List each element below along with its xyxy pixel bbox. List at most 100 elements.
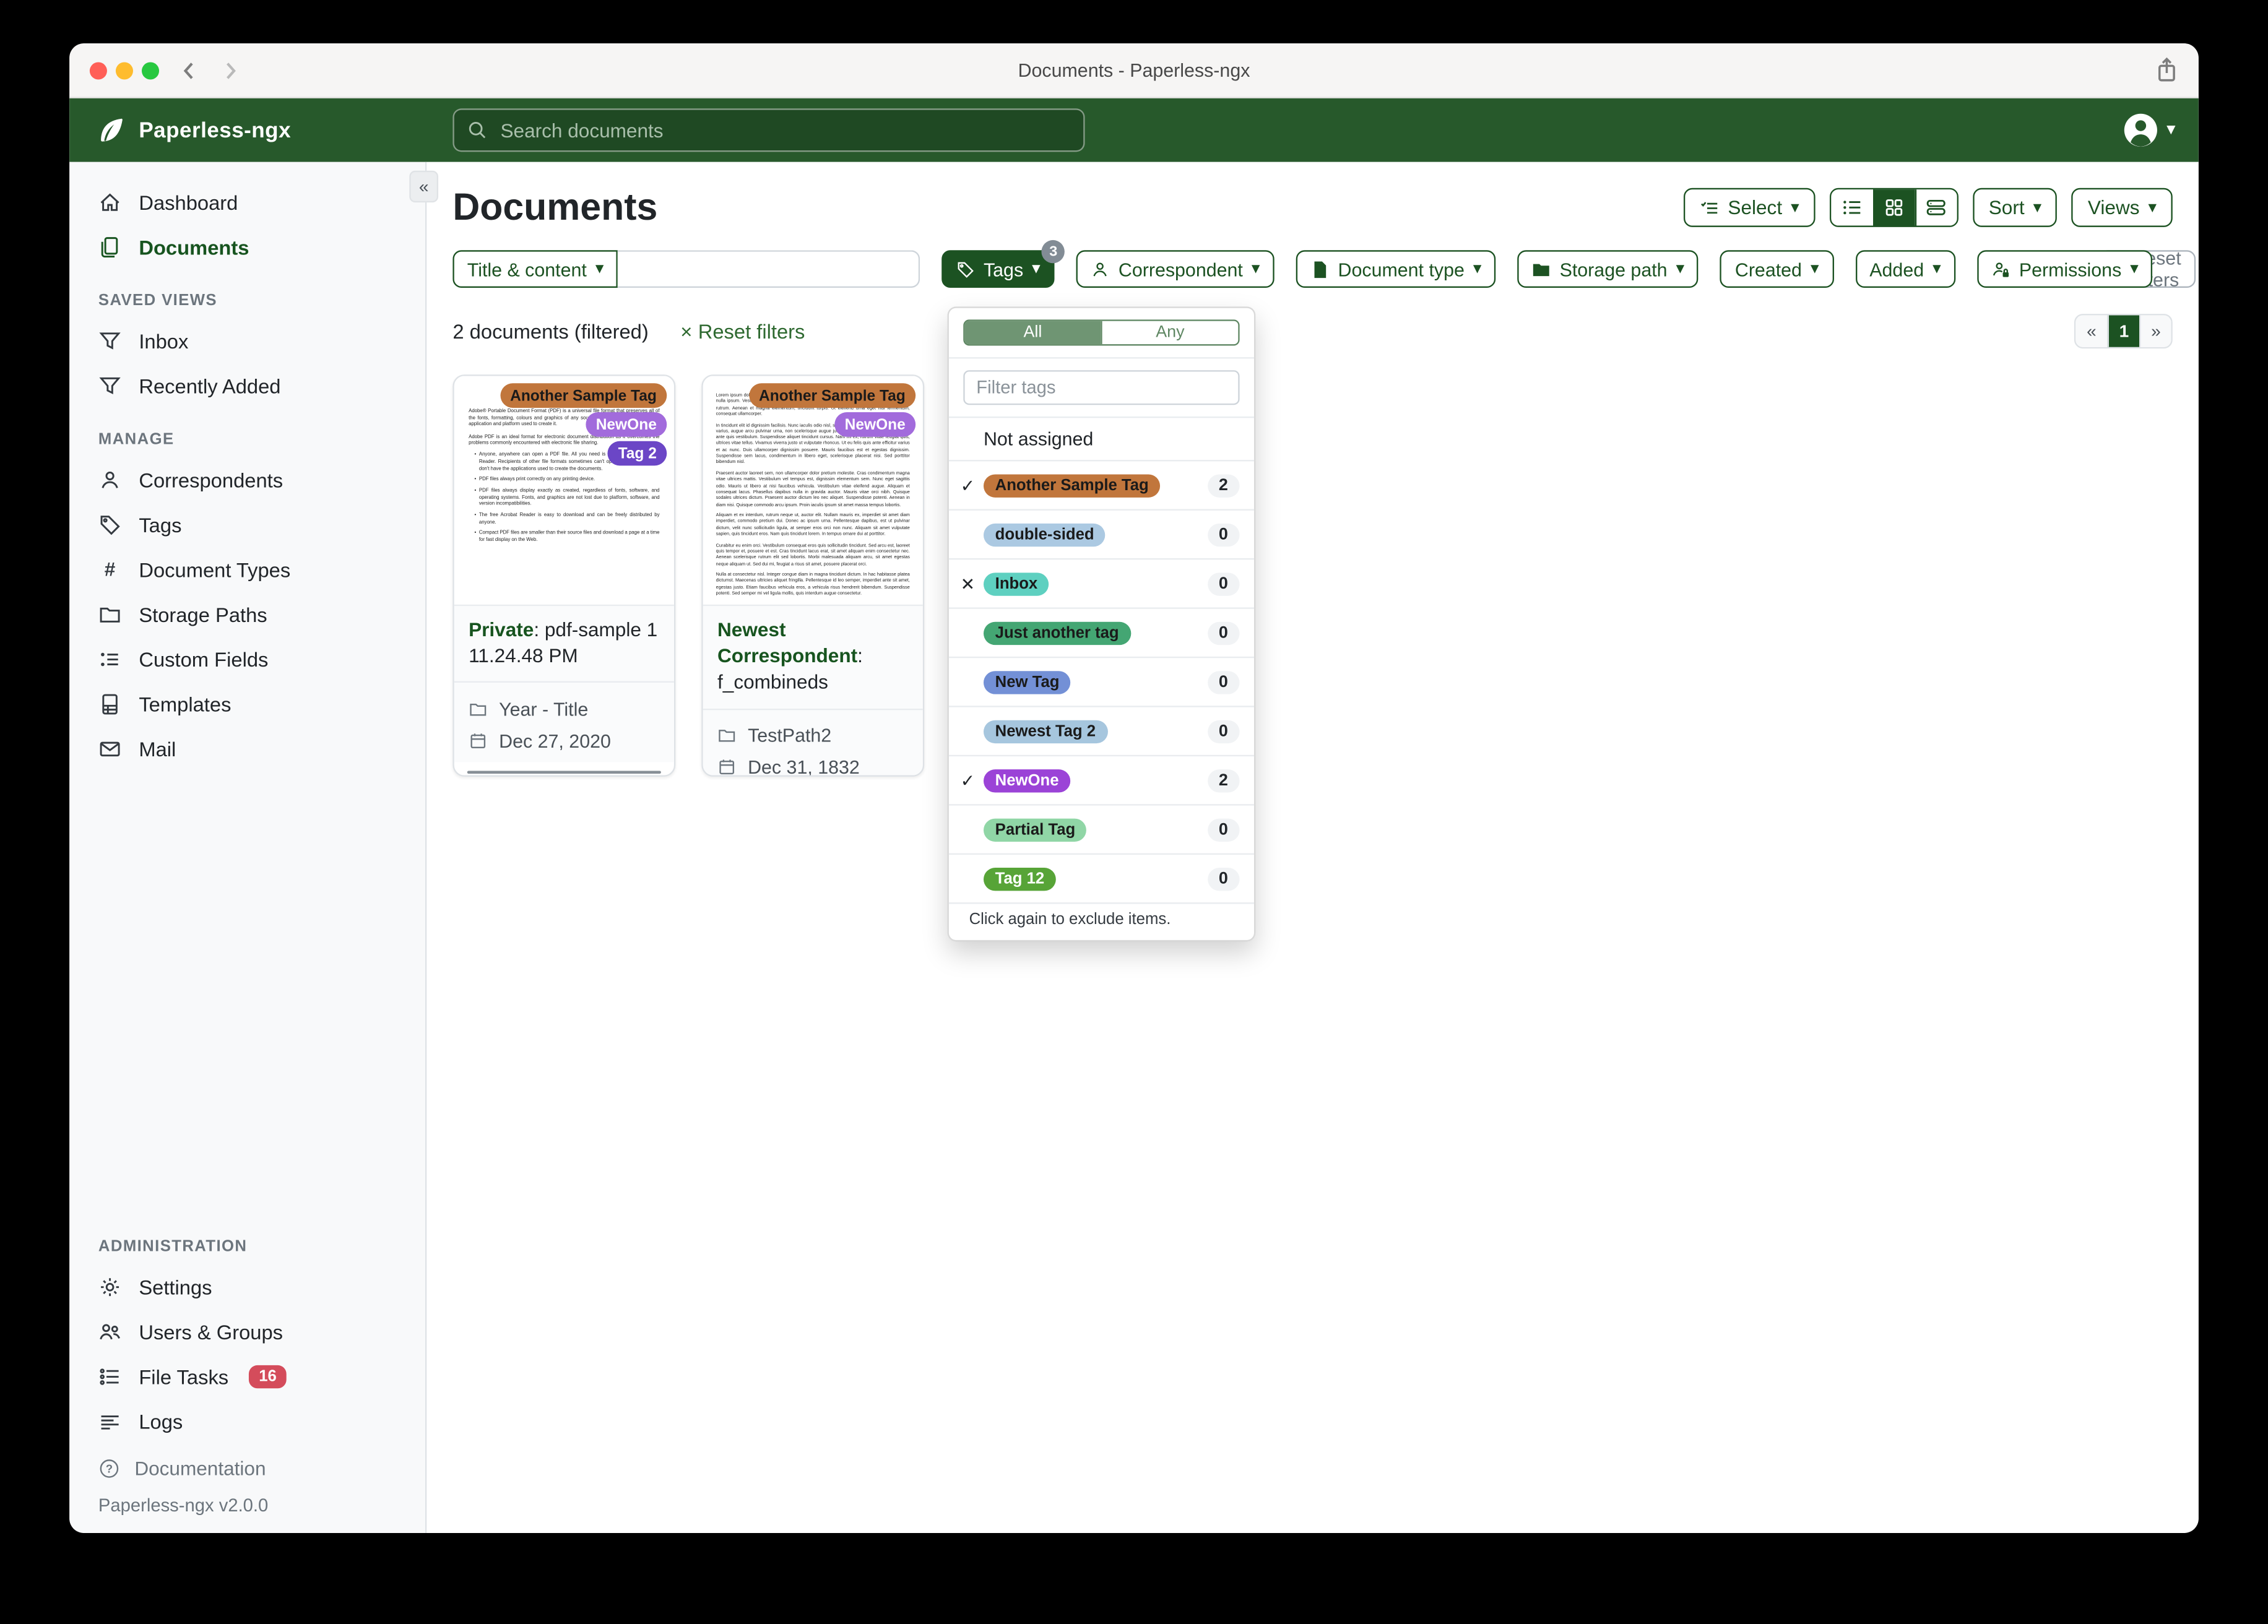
filter-document-type-button[interactable]: Document type ▼ xyxy=(1296,250,1496,288)
download-icon xyxy=(619,772,638,775)
user-menu-button[interactable]: ▼ xyxy=(2122,111,2175,149)
filter-field-selector[interactable]: Title & content ▼ xyxy=(452,250,618,288)
tag-option-another-sample-tag[interactable]: ✓ Another Sample Tag 2 xyxy=(948,460,1254,509)
filter-storage-path-button[interactable]: Storage path ▼ xyxy=(1517,250,1699,288)
tag-match-mode-toggle: All Any xyxy=(963,319,1240,346)
close-window-button[interactable] xyxy=(89,62,107,80)
tag-pill: Inbox xyxy=(983,572,1049,595)
share-icon[interactable] xyxy=(2152,55,2181,84)
document-thumbnail[interactable]: Lorem ipsum dolor sit amet, consectetur … xyxy=(703,376,923,605)
sidebar-collapse-button[interactable]: « xyxy=(409,170,439,203)
document-thumbnail[interactable]: Adobe Acrobat PDF FilesAdobe® Portable D… xyxy=(454,376,674,605)
pagination-page-1-button[interactable]: 1 xyxy=(2107,315,2140,347)
sidebar-item-logs[interactable]: Logs xyxy=(69,1399,425,1443)
template-icon xyxy=(98,692,121,715)
sidebar-item-file-tasks[interactable]: File Tasks 16 xyxy=(69,1354,425,1398)
match-any-button[interactable]: Any xyxy=(1101,321,1239,345)
not-assigned-option[interactable]: Not assigned xyxy=(948,416,1254,460)
select-list-check-icon xyxy=(1699,197,1720,218)
sidebar-item-storage-paths[interactable]: Storage Paths xyxy=(69,592,425,636)
views-button[interactable]: Views ▼ xyxy=(2072,188,2173,227)
filter-created-button[interactable]: Created ▼ xyxy=(1720,250,1833,288)
document-title[interactable]: Newest Correspondent: f_combineds xyxy=(703,604,923,709)
tag-option-newone[interactable]: ✓ NewOne 2 xyxy=(948,754,1254,804)
zoom-window-button[interactable] xyxy=(141,62,160,80)
tag-pill[interactable]: Another Sample Tag xyxy=(748,383,916,408)
tag-option-double-sided[interactable]: double-sided 0 xyxy=(948,509,1254,558)
sidebar-item-settings[interactable]: Settings xyxy=(69,1264,425,1308)
page-title: Documents xyxy=(452,185,658,229)
file-tasks-count-badge: 16 xyxy=(248,1364,287,1388)
tag-pill[interactable]: Another Sample Tag xyxy=(500,383,667,408)
sidebar-item-templates[interactable]: Templates xyxy=(69,681,425,726)
brand: Paperless-ngx xyxy=(95,115,291,145)
screen-background: Documents - Paperless-ngx Paperless-ngx … xyxy=(0,0,2268,1624)
chevron-down-icon: ▼ xyxy=(2130,262,2139,275)
x-icon: × xyxy=(680,319,693,343)
tag-document-count: 2 xyxy=(1207,768,1240,792)
title-content-input[interactable] xyxy=(618,250,920,288)
view-detail-button[interactable] xyxy=(1915,189,1957,226)
sidebar-item-recently-added[interactable]: Recently Added xyxy=(69,363,425,408)
select-button[interactable]: Select ▼ xyxy=(1682,188,1816,227)
card-actions xyxy=(467,771,661,775)
tag-pill[interactable]: Tag 2 xyxy=(608,441,667,466)
sidebar-item-documents[interactable]: Documents xyxy=(69,224,425,269)
sidebar-item-inbox[interactable]: Inbox xyxy=(69,318,425,363)
reset-filters-link[interactable]: × Reset filters xyxy=(680,319,805,342)
filter-added-button[interactable]: Added ▼ xyxy=(1855,250,1956,288)
created-date-row: Dec 27, 2020 xyxy=(469,725,659,757)
global-search xyxy=(452,108,1085,152)
sidebar-item-dashboard[interactable]: Dashboard xyxy=(69,179,425,224)
pagination-next-button[interactable]: » xyxy=(2139,315,2171,347)
match-all-button[interactable]: All xyxy=(964,321,1101,345)
search-input[interactable] xyxy=(497,118,1071,143)
sort-button[interactable]: Sort ▼ xyxy=(1973,188,2058,227)
exclude-hint: Click again to exclude items. xyxy=(948,902,1254,940)
sidebar-item-document-types[interactable]: # Document Types xyxy=(69,546,425,591)
sidebar-item-tags[interactable]: Tags xyxy=(69,502,425,546)
pagination-prev-button[interactable]: « xyxy=(2075,315,2108,347)
user-avatar-icon xyxy=(2122,111,2160,149)
document-card[interactable]: Lorem ipsum dolor sit amet, consectetur … xyxy=(701,374,925,777)
chevron-down-icon: ▼ xyxy=(1933,262,1941,275)
filter-row: Title & content ▼ Tags ▼ 3 Correspondent ▼ Do… xyxy=(452,240,2196,291)
filter-permissions-button[interactable]: Permissions ▼ xyxy=(1977,250,2153,288)
tag-option-partial-tag[interactable]: Partial Tag 0 xyxy=(948,804,1254,853)
document-title[interactable]: Private: pdf-sample 1 11.24.48 PM xyxy=(454,604,674,682)
macos-titlebar: Documents - Paperless-ngx xyxy=(69,43,2199,98)
view-list-button[interactable] xyxy=(1831,189,1873,226)
sidebar-item-correspondents[interactable]: Correspondents xyxy=(69,457,425,501)
tag-list: ✓ Another Sample Tag 2 double-sided 0 ✕ Inbox 0… xyxy=(948,460,1254,902)
tag-document-count: 0 xyxy=(1207,866,1240,891)
filter-tags-button[interactable]: Tags ▼ 3 xyxy=(941,240,1065,288)
tag-option-newest-tag-2[interactable]: Newest Tag 2 0 xyxy=(948,706,1254,754)
tag-option-just-another-tag[interactable]: Just another tag 0 xyxy=(948,607,1254,656)
app-window: Documents - Paperless-ngx Paperless-ngx … xyxy=(69,43,2199,1533)
tag-pill[interactable]: NewOne xyxy=(834,412,916,437)
tag-document-count: 0 xyxy=(1207,522,1240,546)
tag-option-inbox[interactable]: ✕ Inbox 0 xyxy=(948,558,1254,607)
app-header: Paperless-ngx ▼ xyxy=(69,98,2199,162)
view-grid-button[interactable] xyxy=(1872,189,1915,226)
document-card[interactable]: Adobe Acrobat PDF FilesAdobe® Portable D… xyxy=(452,374,676,777)
card-tags: Another Sample Tag NewOne Tag 2 xyxy=(500,383,667,466)
sidebar-item-mail[interactable]: Mail xyxy=(69,726,425,771)
filter-tags-input[interactable] xyxy=(963,370,1240,405)
view-mode-toggle xyxy=(1829,188,1959,227)
filter-correspondent-button[interactable]: Correspondent ▼ xyxy=(1076,250,1275,288)
sidebar-item-custom-fields[interactable]: Custom Fields xyxy=(69,636,425,681)
browser-forward-button[interactable] xyxy=(214,55,246,87)
tag-option-tag-12[interactable]: Tag 12 0 xyxy=(948,853,1254,902)
personlock-icon xyxy=(1991,259,2010,278)
tag-pill[interactable]: NewOne xyxy=(586,412,667,437)
documentation-link[interactable]: ? Documentation xyxy=(69,1449,425,1487)
browser-back-button[interactable] xyxy=(173,55,205,87)
check-icon: ✓ xyxy=(960,475,976,496)
chevron-down-icon: ▼ xyxy=(1791,201,1799,214)
minimize-window-button[interactable] xyxy=(115,62,133,80)
tag-option-new-tag[interactable]: New Tag 0 xyxy=(948,656,1254,706)
tag-pill: Newest Tag 2 xyxy=(983,719,1107,743)
pencil-icon xyxy=(491,772,509,775)
sidebar-item-users-groups[interactable]: Users & Groups xyxy=(69,1309,425,1354)
